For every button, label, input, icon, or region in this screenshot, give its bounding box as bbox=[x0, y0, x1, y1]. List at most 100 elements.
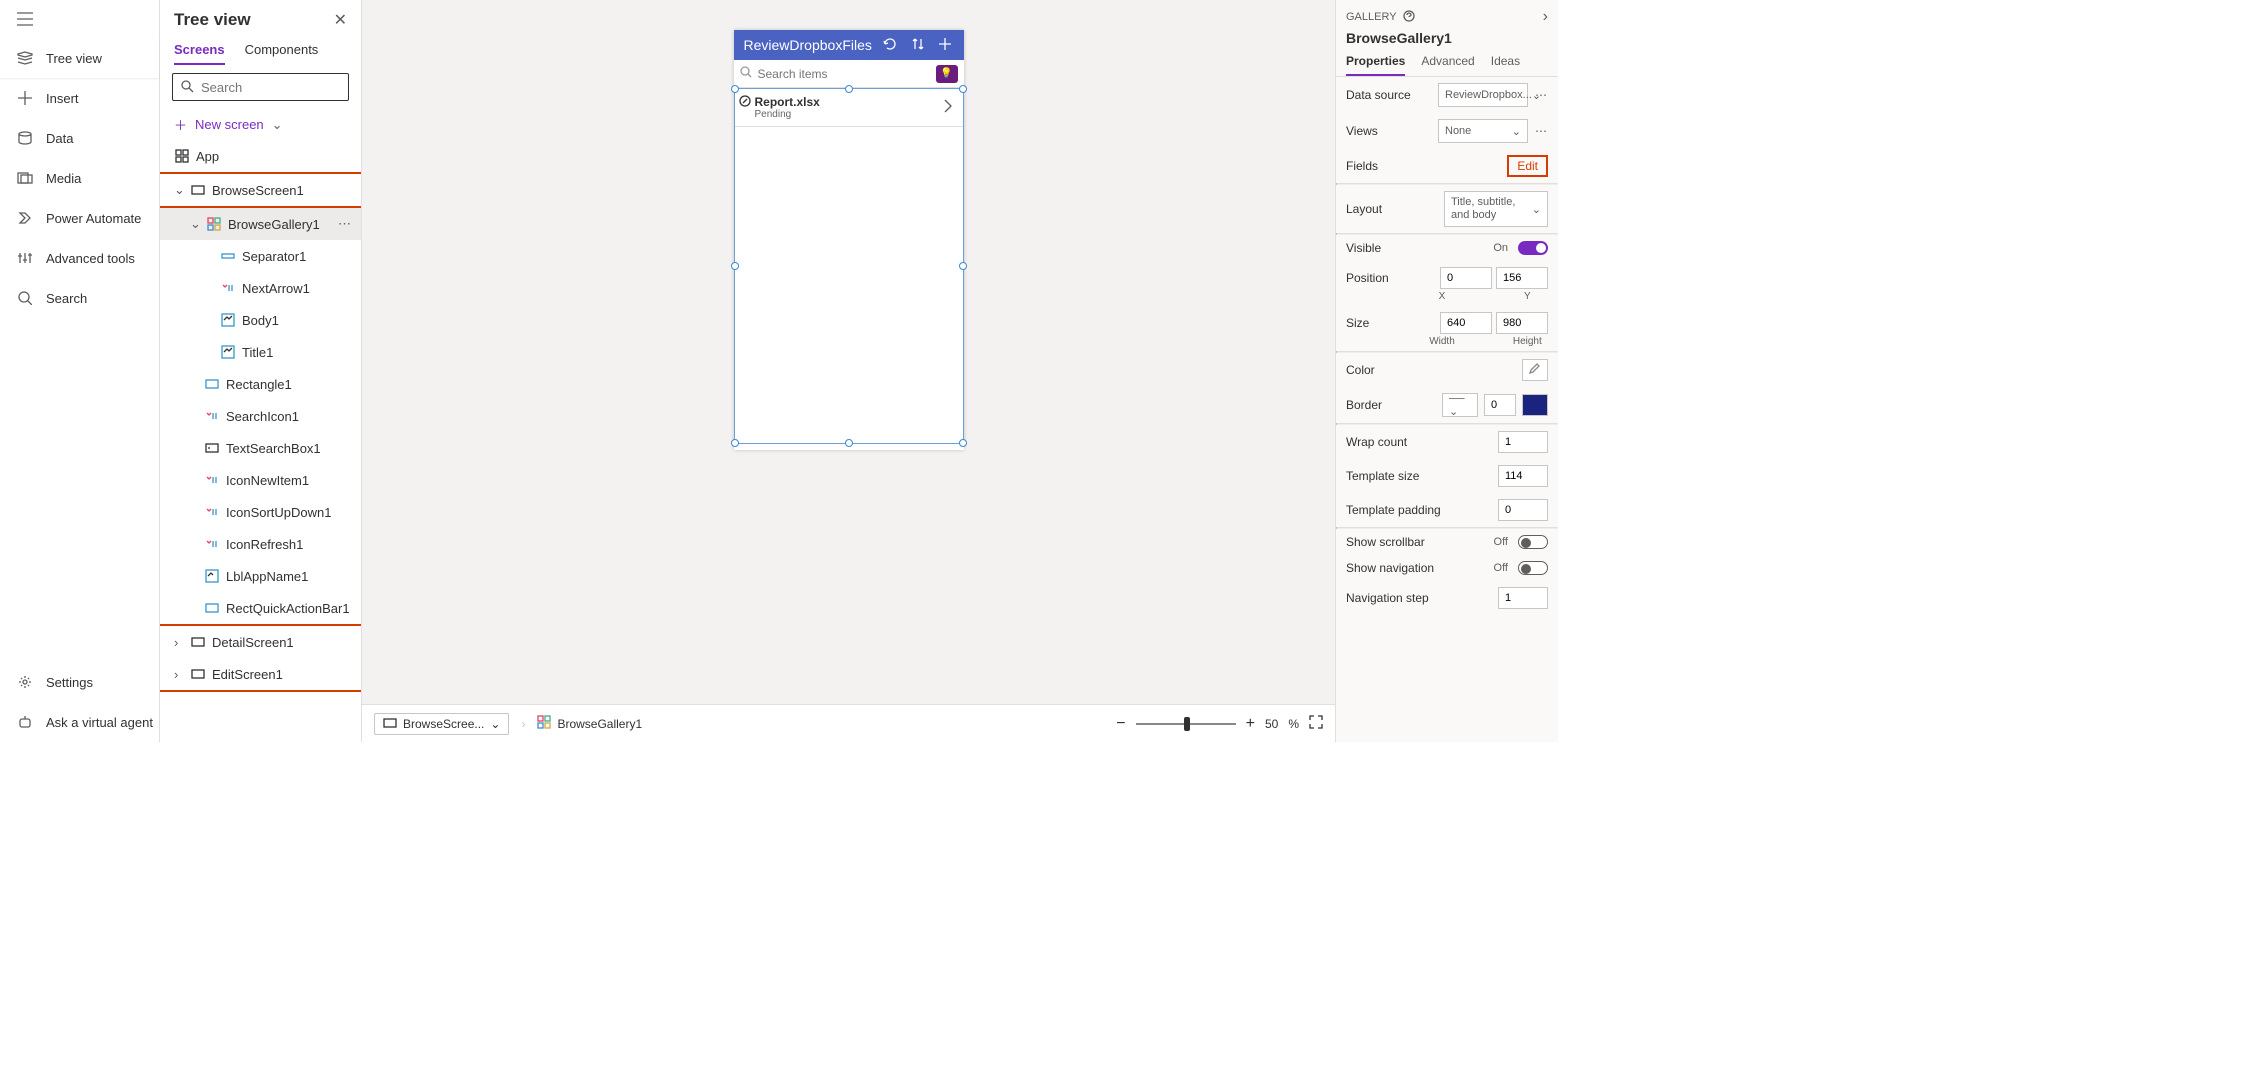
help-icon[interactable] bbox=[1403, 10, 1415, 25]
tree-item-separator1[interactable]: Separator1 bbox=[160, 240, 361, 272]
screen-selector[interactable]: BrowseScree... ⌄ bbox=[374, 713, 509, 735]
tree-item-iconnewitem1[interactable]: IconNewItem1 bbox=[160, 464, 361, 496]
edit-pencil-icon[interactable] bbox=[739, 95, 751, 110]
nav-media[interactable]: Media bbox=[0, 158, 159, 198]
nav-data[interactable]: Data bbox=[0, 118, 159, 158]
tree-item-browsegallery[interactable]: ⌄ BrowseGallery1 ⋯ bbox=[160, 208, 361, 240]
control-icon bbox=[220, 280, 236, 296]
refresh-icon[interactable] bbox=[882, 37, 899, 54]
close-icon[interactable]: ✕ bbox=[334, 10, 347, 30]
tree-view-icon bbox=[16, 49, 34, 67]
tree-label: IconRefresh1 bbox=[226, 537, 303, 552]
canvas-stage[interactable]: ReviewDropboxFiles 💡 bbox=[362, 0, 1335, 704]
navigation-toggle[interactable] bbox=[1518, 561, 1548, 575]
template-padding-input[interactable] bbox=[1498, 499, 1548, 521]
tree-item-iconsortupdown1[interactable]: IconSortUpDown1 bbox=[160, 496, 361, 528]
x-label: X bbox=[1421, 291, 1462, 302]
edit-fields-button[interactable]: Edit bbox=[1507, 155, 1548, 177]
nav-tree-view[interactable]: Tree view bbox=[0, 38, 159, 78]
tree-label: TextSearchBox1 bbox=[226, 441, 321, 456]
tree-item-iconrefresh1[interactable]: IconRefresh1 bbox=[160, 528, 361, 560]
app-title: ReviewDropboxFiles bbox=[744, 37, 872, 53]
prop-label: Navigation step bbox=[1346, 591, 1492, 605]
ideas-icon[interactable]: 💡 bbox=[936, 65, 958, 83]
add-icon[interactable] bbox=[936, 37, 953, 54]
selected-control-name: BrowseGallery1 bbox=[1336, 30, 1558, 54]
visible-toggle[interactable] bbox=[1518, 241, 1548, 255]
nav-advanced-tools[interactable]: Advanced tools bbox=[0, 238, 159, 278]
tree-item-lblappname1[interactable]: LblAppName1 bbox=[160, 560, 361, 592]
hamburger-icon bbox=[16, 10, 34, 28]
border-color-picker[interactable] bbox=[1522, 394, 1548, 416]
position-x-input[interactable] bbox=[1440, 267, 1492, 289]
tree-search-input[interactable] bbox=[172, 73, 349, 101]
tree-label: Rectangle1 bbox=[226, 377, 292, 392]
tree-item-searchicon1[interactable]: SearchIcon1 bbox=[160, 400, 361, 432]
nav-label: Media bbox=[46, 171, 81, 186]
views-select[interactable]: None⌄ bbox=[1438, 119, 1528, 143]
more-icon[interactable]: ⋯ bbox=[338, 216, 351, 232]
tab-components[interactable]: Components bbox=[245, 42, 319, 65]
nav-step-input[interactable] bbox=[1498, 587, 1548, 609]
prop-label: Template padding bbox=[1346, 503, 1492, 517]
more-icon[interactable]: ⋯ bbox=[1534, 124, 1548, 138]
tree-item-nextarrow1[interactable]: NextArrow1 bbox=[160, 272, 361, 304]
height-input[interactable] bbox=[1496, 312, 1548, 334]
chevron-down-icon: ⌄ bbox=[490, 717, 500, 731]
toggle-value: On bbox=[1493, 242, 1508, 254]
tree-item-body1[interactable]: Body1 bbox=[160, 304, 361, 336]
zoom-value: 50 bbox=[1265, 717, 1278, 731]
canvas-area: ReviewDropboxFiles 💡 bbox=[362, 0, 1335, 742]
expand-icon[interactable]: › bbox=[1543, 8, 1548, 26]
tree-item-detailscreen[interactable]: › DetailScreen1 bbox=[160, 626, 361, 658]
nav-label: Data bbox=[46, 131, 73, 146]
sort-icon[interactable] bbox=[909, 37, 926, 54]
tab-ideas[interactable]: Ideas bbox=[1491, 54, 1520, 76]
layout-select[interactable]: Title, subtitle, and body⌄ bbox=[1444, 191, 1548, 227]
tree-item-editscreen[interactable]: › EditScreen1 bbox=[160, 658, 361, 690]
control-icon bbox=[204, 408, 220, 424]
tree-item-rectangle1[interactable]: Rectangle1 bbox=[160, 368, 361, 400]
scrollbar-toggle[interactable] bbox=[1518, 535, 1548, 549]
tree-item-app[interactable]: App bbox=[160, 140, 361, 172]
width-input[interactable] bbox=[1440, 312, 1492, 334]
tab-properties[interactable]: Properties bbox=[1346, 54, 1405, 76]
wrap-count-input[interactable] bbox=[1498, 431, 1548, 453]
y-label: Y bbox=[1507, 291, 1548, 302]
zoom-slider[interactable] bbox=[1136, 723, 1236, 725]
color-picker[interactable] bbox=[1522, 359, 1548, 381]
hamburger-button[interactable] bbox=[0, 0, 159, 38]
app-search-input[interactable] bbox=[758, 67, 930, 81]
position-y-input[interactable] bbox=[1496, 267, 1548, 289]
nav-label: Advanced tools bbox=[46, 251, 135, 266]
chevron-right-icon[interactable] bbox=[943, 98, 953, 117]
tab-advanced[interactable]: Advanced bbox=[1421, 54, 1474, 76]
data-source-select[interactable]: ReviewDropbox...⌄ bbox=[1438, 83, 1528, 107]
new-screen-button[interactable]: ＋ New screen ⌄ bbox=[160, 109, 361, 140]
selection-name: BrowseGallery1 bbox=[557, 717, 642, 731]
nav-virtual-agent[interactable]: Ask a virtual agent bbox=[0, 702, 159, 742]
tree-item-textsearchbox1[interactable]: TextSearchBox1 bbox=[160, 432, 361, 464]
nav-insert[interactable]: Insert bbox=[0, 78, 159, 118]
border-width-input[interactable] bbox=[1484, 394, 1516, 416]
template-size-input[interactable] bbox=[1498, 465, 1548, 487]
gallery-selection[interactable]: Report.xlsx Pending bbox=[734, 88, 964, 444]
fit-screen-icon[interactable] bbox=[1309, 715, 1323, 732]
gallery-icon bbox=[537, 715, 551, 732]
border-style-select[interactable]: ── ⌄ bbox=[1442, 393, 1478, 417]
tree-item-rectquickactionbar1[interactable]: RectQuickActionBar1 bbox=[160, 592, 361, 624]
tree-label: App bbox=[196, 149, 219, 164]
nav-settings[interactable]: Settings bbox=[0, 662, 159, 702]
nav-power-automate[interactable]: Power Automate bbox=[0, 198, 159, 238]
zoom-in-button[interactable]: + bbox=[1246, 715, 1255, 733]
tree-item-title1[interactable]: Title1 bbox=[160, 336, 361, 368]
more-icon[interactable]: ⋯ bbox=[1534, 88, 1548, 102]
zoom-out-button[interactable]: − bbox=[1116, 715, 1125, 733]
selection-breadcrumb[interactable]: BrowseGallery1 bbox=[537, 715, 642, 732]
prop-label: Size bbox=[1346, 316, 1434, 330]
tab-screens[interactable]: Screens bbox=[174, 42, 225, 65]
prop-label: Visible bbox=[1346, 241, 1487, 255]
tree-item-browsescreen[interactable]: ⌄ BrowseScreen1 bbox=[160, 174, 361, 206]
gallery-item[interactable]: Report.xlsx Pending bbox=[735, 89, 963, 127]
nav-search[interactable]: Search bbox=[0, 278, 159, 318]
